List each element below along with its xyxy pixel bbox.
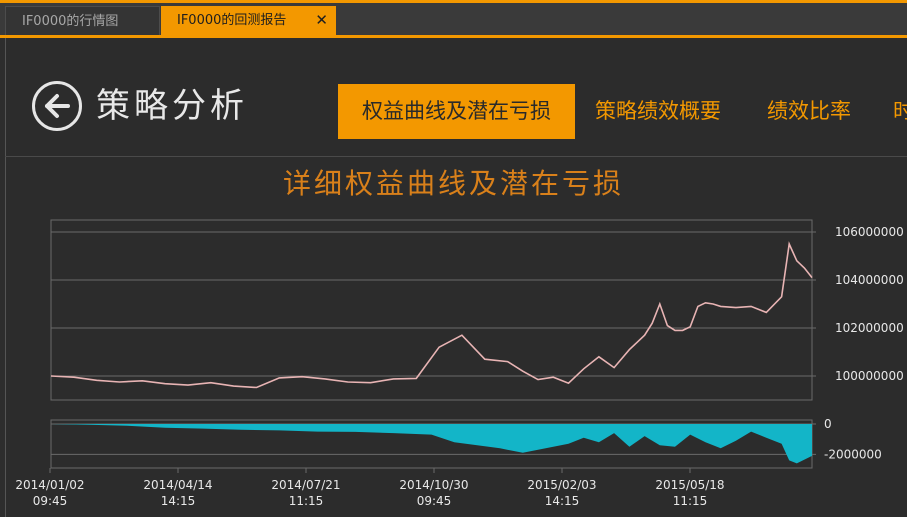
x-tick-time: 14:15 xyxy=(161,494,196,508)
x-axis: 2014/01/02 09:45 2014/04/14 14:15 2014/07/21… xyxy=(15,468,725,508)
x-tick-date: 2014/07/21 xyxy=(271,478,340,492)
x-tick-time: 11:15 xyxy=(673,494,708,508)
x-tick-time: 09:45 xyxy=(33,494,68,508)
x-tick-time: 11:15 xyxy=(289,494,324,508)
x-tick-time: 09:45 xyxy=(417,494,452,508)
drawdown-plot: 0 -2000000 xyxy=(50,417,882,469)
x-tick-time: 14:15 xyxy=(545,494,580,508)
y-tick-label: 0 xyxy=(824,417,832,431)
x-tick-date: 2015/05/18 xyxy=(655,478,724,492)
y-tick-label: 106000000 xyxy=(835,225,904,239)
x-tick-date: 2015/02/03 xyxy=(527,478,596,492)
x-tick-date: 2014/04/14 xyxy=(143,478,212,492)
x-tick-date: 2014/01/02 xyxy=(15,478,84,492)
y-tick-label: 104000000 xyxy=(835,273,904,287)
y-tick-label: 100000000 xyxy=(835,369,904,383)
equity-plot-frame xyxy=(50,219,813,401)
x-tick-date: 2014/10/30 xyxy=(399,478,468,492)
y-tick-label: 102000000 xyxy=(835,321,904,335)
equity-plot: 106000000 104000000 102000000 100000000 xyxy=(50,219,904,401)
equity-drawdown-chart: 106000000 104000000 102000000 100000000 0 -2… xyxy=(15,219,904,508)
y-tick-label: -2000000 xyxy=(824,447,882,461)
